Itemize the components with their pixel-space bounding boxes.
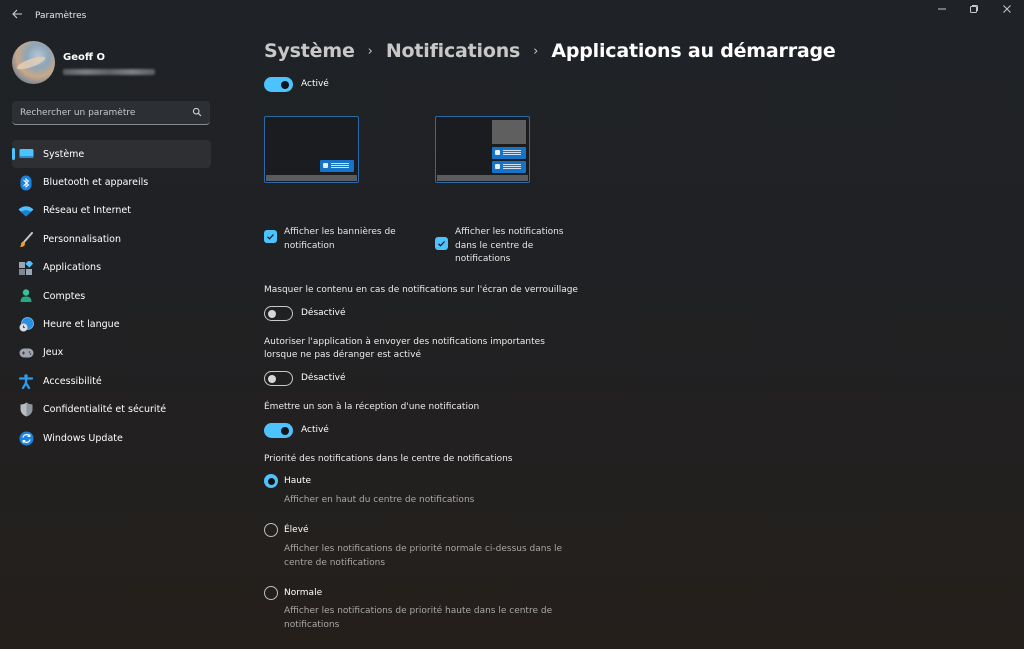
allow-important-dnd-toggle[interactable] <box>264 371 293 386</box>
title-bar: Paramètres <box>0 0 1024 32</box>
sidebar-item-label: Personnalisation <box>43 233 122 245</box>
priority-eleve-radio[interactable] <box>264 523 278 537</box>
monitor-icon <box>18 146 34 162</box>
shield-icon <box>18 402 34 418</box>
hide-content-lockscreen-toggle[interactable] <box>264 306 293 321</box>
notification-center-preview <box>435 116 530 183</box>
sidebar-item-label: Jeux <box>43 347 64 359</box>
master-toggle-label: Activé <box>301 79 329 89</box>
show-banners-checkbox[interactable] <box>264 230 277 243</box>
sidebar-item-heure[interactable]: Heure et langue <box>12 310 211 338</box>
bluetooth-icon <box>18 175 34 191</box>
sidebar-item-personnalisation[interactable]: Personnalisation <box>12 225 211 253</box>
priority-eleve-label: Élevé <box>284 525 309 535</box>
search-icon[interactable] <box>192 107 202 117</box>
update-icon <box>18 430 34 446</box>
sidebar-item-bluetooth[interactable]: Bluetooth et appareils <box>12 168 211 196</box>
play-sound-state: Activé <box>301 425 329 435</box>
checkmark-icon <box>267 234 274 240</box>
sidebar-item-label: Comptes <box>43 290 86 302</box>
checkmark-icon <box>438 241 445 247</box>
restore-icon <box>970 5 978 13</box>
play-sound-label: Émettre un son à la réception d'une noti… <box>264 402 480 412</box>
close-icon <box>1003 5 1011 13</box>
restore-button[interactable] <box>959 4 989 20</box>
chevron-right-icon: › <box>367 43 373 59</box>
preview-toast <box>492 161 526 173</box>
sidebar-item-label: Applications <box>43 262 102 274</box>
play-sound-toggle[interactable] <box>264 423 293 438</box>
close-button[interactable] <box>992 4 1022 20</box>
priority-normale-description: Afficher les notifications de priorité h… <box>284 606 553 630</box>
sidebar-item-label: Windows Update <box>43 432 123 444</box>
app-title: Paramètres <box>35 11 87 21</box>
sidebar-item-label: Confidentialité et sécurité <box>43 404 167 416</box>
wifi-icon <box>18 203 34 219</box>
search-input[interactable] <box>20 101 185 124</box>
sidebar-item-windows-update[interactable]: Windows Update <box>12 424 211 452</box>
person-icon <box>18 288 34 304</box>
breadcrumb: Système › Notifications › Applications a… <box>264 40 836 62</box>
sidebar-item-systeme[interactable]: Système <box>12 140 211 169</box>
globe-clock-icon <box>18 317 34 333</box>
back-button[interactable] <box>8 6 26 26</box>
search-box[interactable] <box>12 101 210 125</box>
sidebar-item-label: Accessibilité <box>43 375 102 387</box>
apps-icon <box>18 260 34 276</box>
sidebar-nav: Système Bluetooth et appareils Réseau et… <box>12 140 211 452</box>
hide-content-lockscreen-state: Désactivé <box>301 308 346 318</box>
breadcrumb-systeme[interactable]: Système <box>264 40 355 62</box>
gamepad-icon <box>18 345 34 361</box>
hide-content-lockscreen-label: Masquer le contenu en cas de notificatio… <box>264 285 578 295</box>
priority-normale-radio[interactable] <box>264 586 278 600</box>
sidebar-item-comptes[interactable]: Comptes <box>12 282 211 310</box>
profile-email-blurred <box>63 69 155 75</box>
show-in-center-label: Afficher les notifications dans le centr… <box>455 227 564 264</box>
show-in-center-checkbox[interactable] <box>435 237 448 250</box>
sidebar-item-accessibilite[interactable]: Accessibilité <box>12 367 211 395</box>
sidebar-item-label: Bluetooth et appareils <box>43 177 149 189</box>
notifications-master-toggle[interactable] <box>264 77 293 92</box>
minimize-icon <box>938 8 946 10</box>
preview-taskbar <box>266 175 357 181</box>
sidebar-item-applications[interactable]: Applications <box>12 254 211 282</box>
priority-haute-label: Haute <box>284 476 312 486</box>
sidebar-item-reseau[interactable]: Réseau et Internet <box>12 197 211 225</box>
sidebar-item-confidentialite[interactable]: Confidentialité et sécurité <box>12 396 211 424</box>
priority-normale-label: Normale <box>284 588 323 598</box>
priority-eleve-description: Afficher les notifications de priorité n… <box>284 544 563 568</box>
preview-toast <box>492 147 526 159</box>
sidebar-item-label: Heure et langue <box>43 319 120 331</box>
chevron-right-icon: › <box>533 43 539 59</box>
preview-notification-center <box>492 120 526 144</box>
priority-haute-description: Afficher en haut du centre de notificati… <box>284 495 475 505</box>
sidebar-item-label: Réseau et Internet <box>43 205 131 217</box>
page-title: Applications au démarrage <box>551 40 836 62</box>
allow-important-dnd-label: Autoriser l'application à envoyer des no… <box>264 337 545 360</box>
preview-taskbar <box>437 175 528 181</box>
priority-haute-radio[interactable] <box>264 474 278 488</box>
priority-label: Priorité des notifications dans le centr… <box>264 454 513 464</box>
arrow-left-icon <box>11 9 22 19</box>
sidebar-item-jeux[interactable]: Jeux <box>12 339 211 367</box>
brush-icon <box>18 231 34 247</box>
profile-name: Geoff O <box>63 52 105 63</box>
show-banners-label: Afficher les bannières de notification <box>284 227 396 251</box>
sidebar-item-label: Système <box>43 148 85 160</box>
avatar <box>12 41 55 84</box>
minimize-button[interactable] <box>927 4 957 20</box>
preview-toast <box>320 160 354 172</box>
allow-important-dnd-state: Désactivé <box>301 373 346 383</box>
breadcrumb-notifications[interactable]: Notifications <box>386 40 520 62</box>
banner-preview <box>264 116 359 183</box>
accessibility-icon <box>18 373 34 389</box>
